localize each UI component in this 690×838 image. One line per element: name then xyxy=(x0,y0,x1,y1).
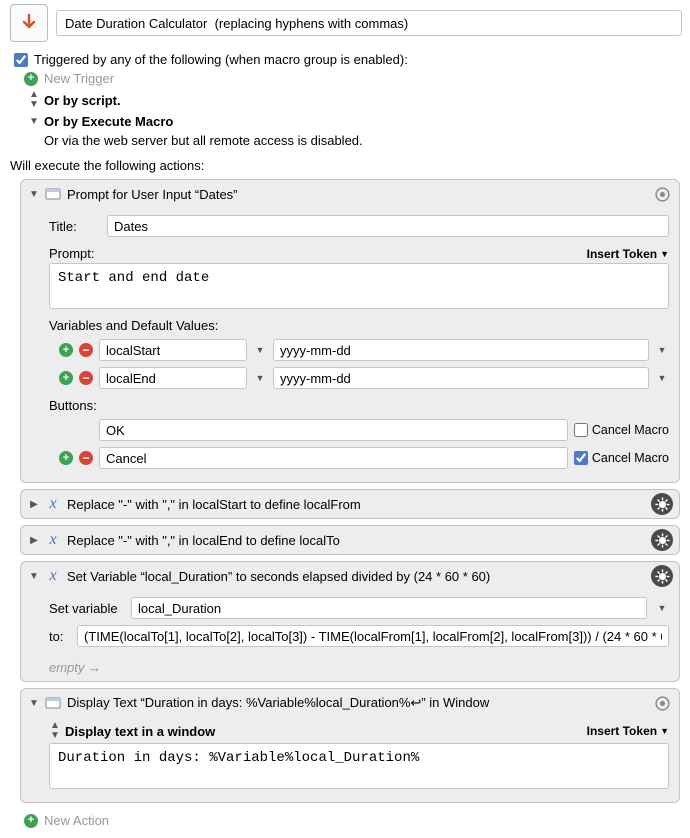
macro-icon xyxy=(10,4,48,42)
title-field-input[interactable] xyxy=(107,215,669,237)
add-variable-icon[interactable]: + xyxy=(59,343,73,357)
disclosure-expanded-icon[interactable]: ▼ xyxy=(29,698,39,709)
dialog-icon xyxy=(45,695,61,711)
or-script-label: Or by script. xyxy=(44,93,121,108)
action-title: Prompt for User Input “Dates” xyxy=(67,187,238,202)
action-display-text: ▼ Display Text “Duration in days: %Varia… xyxy=(20,688,680,803)
chevron-down-icon[interactable]: ▼ xyxy=(655,339,669,361)
new-trigger-button[interactable]: New Trigger xyxy=(44,71,114,86)
expression-input[interactable] xyxy=(77,625,669,647)
display-mode-selector[interactable]: ▲▼ Display text in a window xyxy=(49,721,215,741)
prompt-field-label: Prompt: xyxy=(49,246,95,261)
set-variable-label: Set variable xyxy=(49,601,123,616)
variable-x-icon: x xyxy=(45,532,61,548)
button-row: Cancel Macro xyxy=(49,416,669,444)
button-label-input[interactable] xyxy=(99,419,568,441)
chevron-down-icon[interactable]: ▼ xyxy=(655,597,669,619)
or-execute-macro-label: Or by Execute Macro xyxy=(44,114,173,129)
updown-icon: ▲▼ xyxy=(49,721,61,741)
variable-x-icon: x xyxy=(45,496,61,512)
action-title: Replace "-" with "," in localStart to de… xyxy=(67,497,361,512)
variable-name-input[interactable] xyxy=(99,367,247,389)
empty-result-label: empty xyxy=(21,656,679,679)
or-web-label: Or via the web server but all remote acc… xyxy=(44,133,363,148)
cancel-macro-option[interactable]: Cancel Macro xyxy=(574,451,669,465)
title-field-label: Title: xyxy=(49,219,99,234)
action-title: Set Variable “local_Duration” to seconds… xyxy=(67,569,490,584)
remove-variable-icon[interactable]: − xyxy=(79,343,93,357)
display-text-textarea[interactable] xyxy=(49,743,669,789)
variable-row: + − ▼ ▼ xyxy=(49,336,669,364)
add-trigger-icon[interactable]: + xyxy=(24,72,38,86)
remove-variable-icon[interactable]: − xyxy=(79,371,93,385)
to-label: to: xyxy=(49,629,69,644)
gear-icon[interactable] xyxy=(651,183,673,205)
action-replace-1: ▶ x Replace "-" with "," in localStart t… xyxy=(20,489,680,519)
cancel-macro-option[interactable]: Cancel Macro xyxy=(574,423,669,437)
variable-name-input[interactable] xyxy=(99,339,247,361)
variable-default-input[interactable] xyxy=(273,367,649,389)
add-action-icon[interactable]: + xyxy=(24,814,38,828)
button-label-input[interactable] xyxy=(99,447,568,469)
variable-row: + − ▼ ▼ xyxy=(49,364,669,392)
add-button-icon[interactable]: + xyxy=(59,451,73,465)
chevron-down-icon[interactable]: ▼ xyxy=(655,367,669,389)
gear-icon[interactable] xyxy=(651,493,673,515)
prompt-textarea[interactable] xyxy=(49,263,669,309)
new-action-button[interactable]: New Action xyxy=(44,813,109,828)
cancel-macro-checkbox[interactable] xyxy=(574,451,588,465)
gear-icon[interactable] xyxy=(651,692,673,714)
variables-label: Variables and Default Values: xyxy=(49,312,669,336)
will-execute-label: Will execute the following actions: xyxy=(0,154,690,179)
macro-title-input[interactable] xyxy=(56,10,682,36)
gear-icon[interactable] xyxy=(651,565,673,587)
variable-default-input[interactable] xyxy=(273,339,649,361)
button-row: + − Cancel Macro xyxy=(49,444,669,472)
action-set-variable: ▼ x Set Variable “local_Duration” to sec… xyxy=(20,561,680,682)
dialog-icon xyxy=(45,186,61,202)
set-variable-name-input[interactable] xyxy=(131,597,647,619)
display-mode-label: Display text in a window xyxy=(65,724,215,739)
chevron-down-icon[interactable]: ▼ xyxy=(253,367,267,389)
action-title: Display Text “Duration in days: %Variabl… xyxy=(67,695,489,711)
chevron-down-icon[interactable]: ▼ xyxy=(253,339,267,361)
insert-token-button[interactable]: Insert Token ▼ xyxy=(587,724,669,738)
variable-x-icon: x xyxy=(45,568,61,584)
gear-icon[interactable] xyxy=(651,529,673,551)
insert-token-button[interactable]: Insert Token ▼ xyxy=(587,247,669,261)
action-title: Replace "-" with "," in localEnd to defi… xyxy=(67,533,340,548)
cancel-macro-checkbox[interactable] xyxy=(574,423,588,437)
updown-icon[interactable]: ▲▼ xyxy=(28,90,40,110)
chevron-down-icon: ▼ xyxy=(660,726,669,736)
chevron-down-icon: ▼ xyxy=(660,249,669,259)
triggers-enabled-checkbox[interactable] xyxy=(14,53,28,67)
action-prompt-user-input: ▼ Prompt for User Input “Dates” Title: P… xyxy=(20,179,680,483)
action-replace-2: ▶ x Replace "-" with "," in localEnd to … xyxy=(20,525,680,555)
disclosure-expanded-icon[interactable]: ▼ xyxy=(29,189,39,200)
disclosure-collapsed-icon[interactable]: ▶ xyxy=(29,535,39,546)
disclosure-expanded-icon[interactable]: ▼ xyxy=(29,571,39,582)
remove-button-icon[interactable]: − xyxy=(79,451,93,465)
triggers-label: Triggered by any of the following (when … xyxy=(34,52,408,67)
chevron-down-icon[interactable]: ▼ xyxy=(28,117,40,127)
buttons-label: Buttons: xyxy=(49,392,669,416)
disclosure-collapsed-icon[interactable]: ▶ xyxy=(29,499,39,510)
add-variable-icon[interactable]: + xyxy=(59,371,73,385)
